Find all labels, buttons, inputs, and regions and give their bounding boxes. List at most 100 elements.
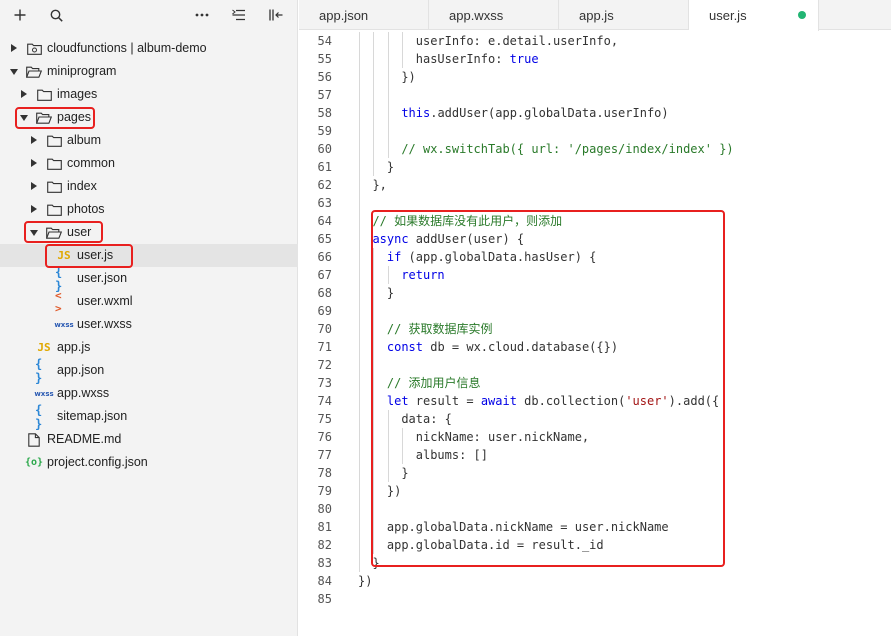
- tree-item-images[interactable]: images: [0, 83, 298, 106]
- js-file-icon: JS: [37, 341, 51, 354]
- tab-label: app.js: [579, 7, 614, 23]
- line-number: 69: [317, 304, 332, 318]
- line-number: 62: [317, 178, 332, 192]
- tree-item-label: README.md: [47, 432, 122, 446]
- line-number: 75: [317, 412, 332, 426]
- tree-item-common[interactable]: common: [0, 152, 298, 175]
- folder-icon: [45, 133, 63, 148]
- line-number: 72: [317, 358, 332, 372]
- line-number: 84: [317, 574, 332, 588]
- highlight-box-user: [24, 221, 103, 243]
- tree-item-label: common: [67, 156, 115, 170]
- code-text: hasUserInfo: true: [416, 50, 539, 68]
- code-token: true: [509, 52, 539, 66]
- chevron-right-icon[interactable]: [21, 90, 27, 98]
- tree-item-label: images: [57, 87, 98, 101]
- wxss-file-icon: wxss: [54, 320, 74, 329]
- code-text: userInfo: e.detail.userInfo,: [416, 32, 618, 50]
- line-number: 77: [317, 448, 332, 462]
- tree-item-project-config-json[interactable]: {o} project.config.json: [0, 451, 298, 474]
- tree-item-app-json[interactable]: { } app.json: [0, 357, 298, 385]
- tab-label: app.json: [319, 7, 369, 23]
- line-number: 83: [317, 556, 332, 570]
- line-number: 80: [317, 502, 332, 516]
- line-number: 71: [317, 340, 332, 354]
- tree-item-readme-md[interactable]: README.md: [0, 428, 298, 451]
- folder-icon: [45, 202, 63, 217]
- search-icon[interactable]: [44, 0, 68, 30]
- layout-icon[interactable]: [264, 0, 288, 30]
- code-line: 84}): [299, 572, 891, 590]
- cfg-file-icon: {o}: [24, 457, 44, 468]
- line-number: 61: [317, 160, 332, 174]
- tree-item-label: miniprogram: [47, 64, 117, 78]
- highlight-box-pages: [15, 107, 95, 129]
- code-line: 54 userInfo: e.detail.userInfo,: [299, 32, 891, 50]
- tree-item-label: app.json: [57, 363, 105, 377]
- tab-label: user.js: [709, 8, 747, 23]
- line-number: 73: [317, 376, 332, 390]
- tree-item-miniprogram[interactable]: miniprogram: [0, 60, 298, 83]
- chevron-right-icon[interactable]: [31, 159, 37, 167]
- line-number: 63: [317, 196, 332, 210]
- tab-user-js[interactable]: user.js: [689, 0, 819, 31]
- code-text: this.addUser(app.globalData.userInfo): [401, 104, 668, 122]
- chevron-right-icon[interactable]: [11, 44, 17, 52]
- code-line: 59: [299, 122, 891, 140]
- code-text: // wx.switchTab({ url: '/pages/index/ind…: [401, 140, 733, 158]
- code-line: 62},: [299, 176, 891, 194]
- wxml-file-icon: < >: [55, 288, 62, 315]
- code-text: }: [387, 158, 394, 176]
- tree-item-album[interactable]: album: [0, 129, 298, 152]
- tree-item-photos[interactable]: photos: [0, 198, 298, 221]
- cloud-folder-icon: [25, 41, 43, 56]
- tree-item-cloudfunctions-album-demo[interactable]: cloudfunctions | album-demo: [0, 37, 298, 60]
- code-token: },: [372, 178, 387, 192]
- code-line: 58 this.addUser(app.globalData.userInfo): [299, 104, 891, 122]
- tab-app-js[interactable]: app.js: [559, 0, 689, 30]
- code-line: 60 // wx.switchTab({ url: '/pages/index/i…: [299, 140, 891, 158]
- tab-label: app.wxss: [449, 7, 504, 23]
- plus-icon[interactable]: [8, 0, 32, 30]
- tree-item-index[interactable]: index: [0, 175, 298, 198]
- code-text: },: [372, 176, 386, 194]
- line-number: 81: [317, 520, 332, 534]
- tree-item-label: sitemap.json: [57, 409, 128, 423]
- line-number: 79: [317, 484, 332, 498]
- code-token: }: [386, 160, 395, 174]
- code-token: userInfo: e.detail.userInfo,: [415, 34, 619, 48]
- chevron-right-icon[interactable]: [31, 205, 37, 213]
- tree-item-user-json[interactable]: { } user.json: [0, 265, 298, 293]
- line-number: 67: [317, 268, 332, 282]
- tab-app-wxss[interactable]: app.wxss: [429, 0, 559, 30]
- line-number: 54: [317, 34, 332, 48]
- chevron-right-icon[interactable]: [31, 136, 37, 144]
- tree-item-user-wxss[interactable]: wxss user.wxss: [0, 313, 298, 336]
- code-line: 61}: [299, 158, 891, 176]
- tree-item-user-wxml[interactable]: < > user.wxml: [0, 288, 298, 315]
- line-number: 70: [317, 322, 332, 336]
- code-token: this: [401, 106, 431, 120]
- tree-item-label: user.wxss: [77, 317, 132, 331]
- tree-item-sitemap-json[interactable]: { } sitemap.json: [0, 402, 298, 431]
- code-token: .addUser(app.globalData.userInfo): [430, 106, 669, 120]
- chevron-down-icon[interactable]: [10, 69, 18, 75]
- json-file-icon: { }: [35, 402, 43, 431]
- file-icon: [25, 432, 43, 447]
- line-number: 58: [317, 106, 332, 120]
- code-text: }): [401, 68, 415, 86]
- line-number: 57: [317, 88, 332, 102]
- code-line: 57: [299, 86, 891, 104]
- code-line: 56}): [299, 68, 891, 86]
- line-number: 68: [317, 286, 332, 300]
- ellipsis-icon[interactable]: [190, 0, 214, 30]
- collapse-icon[interactable]: [227, 0, 251, 30]
- tab-app-json[interactable]: app.json: [299, 0, 429, 30]
- line-number: 82: [317, 538, 332, 552]
- editor-tabs: app.json app.wxss app.js user.js: [299, 0, 891, 31]
- file-explorer: cloudfunctions | album-demo miniprogram im…: [0, 0, 298, 636]
- chevron-right-icon[interactable]: [31, 182, 37, 190]
- highlight-box-user-js: [45, 244, 133, 268]
- code-editor[interactable]: 54 userInfo: e.detail.userInfo, 55 hasUserI…: [299, 31, 891, 636]
- line-number: 55: [317, 52, 332, 66]
